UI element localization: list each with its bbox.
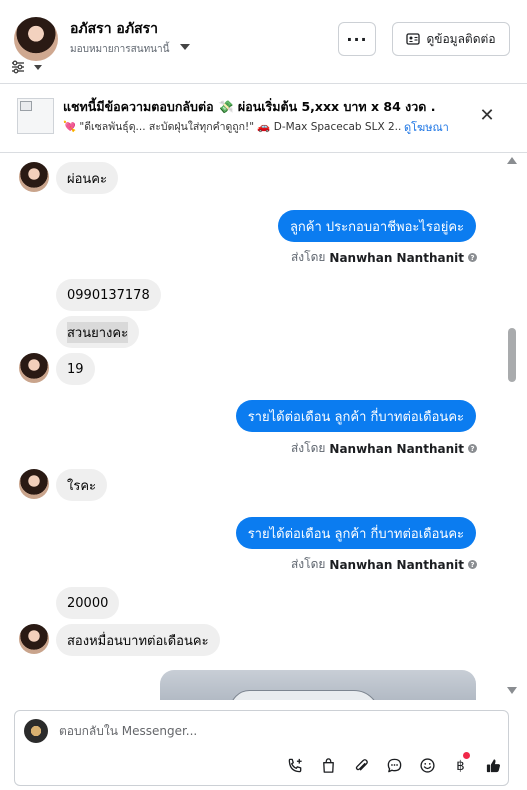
view-contact-label: ดูข้อมูลติดต่อ <box>426 31 496 46</box>
baht-icon: ฿ <box>456 759 464 774</box>
reply-input[interactable] <box>59 721 489 741</box>
shopping-bag-icon <box>322 757 334 773</box>
ad-thumbnail <box>17 98 54 134</box>
contact-card-icon <box>406 33 421 45</box>
thumbs-up-icon <box>486 758 500 772</box>
sent-by-prefix: ส่งโดย <box>290 441 326 455</box>
chat-bubble-icon <box>387 758 401 772</box>
smiley-icon <box>419 757 435 773</box>
paperclip-icon <box>355 758 368 770</box>
sliders-icon[interactable] <box>11 60 25 74</box>
sent-by-label: ส่งโดย Nanwhan Nanthanit ? <box>291 248 477 267</box>
assign-conversation-label[interactable]: มอบหมายการสนทนานี้ <box>70 42 169 57</box>
sent-by-label: ส่งโดย Nanwhan Nanthanit ? <box>291 439 477 458</box>
highlighted-text: สวนยางคะ <box>67 321 129 343</box>
incoming-message: สองหมื่อนบาทต่อเดือนคะ <box>56 624 220 656</box>
call-button[interactable] <box>283 753 307 777</box>
outgoing-message: รายได้ต่อเดือน ลูกค้า กี่บาทต่อเดือนคะ <box>235 517 476 549</box>
car-image <box>230 690 380 700</box>
like-button[interactable] <box>481 753 505 777</box>
outgoing-message: ลูกค้า ประกอบอาชีพอะไรอยู่คะ <box>277 210 476 242</box>
incoming-message: ผ่อนคะ <box>56 162 118 194</box>
attach-button[interactable] <box>349 753 373 777</box>
emoji-button[interactable] <box>415 753 439 777</box>
sent-by-agent: Nanwhan Nanthanit <box>329 441 464 456</box>
saved-replies-button[interactable] <box>382 753 406 777</box>
message-thread[interactable]: ผ่อนคะ ลูกค้า ประกอบอาชีพอะไรอยู่คะ ส่งโ… <box>0 154 527 700</box>
scrollbar-thumb[interactable] <box>508 328 516 382</box>
view-ad-link[interactable]: ดูโฆษณา <box>404 118 449 136</box>
sent-by-label: ส่งโดย Nanwhan Nanthanit ? <box>291 555 477 574</box>
incoming-message: 19 <box>56 353 95 385</box>
scroll-down-arrow-icon[interactable] <box>507 687 517 694</box>
incoming-message: ใรคะ <box>56 469 108 501</box>
info-icon[interactable]: ? <box>468 560 477 569</box>
composer-toolbar: ฿ <box>283 752 505 777</box>
scroll-up-arrow-icon[interactable] <box>507 157 517 164</box>
chevron-down-icon[interactable] <box>180 44 190 50</box>
info-icon[interactable]: ? <box>468 444 477 453</box>
incoming-message: สวนยางคะ <box>56 316 140 348</box>
customer-name[interactable]: อภัสรา อภัสรา <box>70 18 158 40</box>
shop-button[interactable] <box>316 753 340 777</box>
incoming-message: 20000 <box>56 587 120 619</box>
ad-subtitle: 💘 "ดีเซลพันธุ์ดุ... สะบัดฝุ่นใส่ทุกคำดูถ… <box>63 121 401 133</box>
more-dots-icon: ··· <box>346 29 368 49</box>
customer-avatar-small <box>19 162 49 192</box>
sent-by-prefix: ส่งโดย <box>290 250 326 264</box>
image-attachment[interactable] <box>160 670 476 700</box>
outgoing-message: รายได้ต่อเดือน ลูกค้า กี่บาทต่อเดือนคะ <box>235 400 476 432</box>
customer-avatar-small <box>19 469 49 499</box>
view-contact-button[interactable]: ดูข้อมูลติดต่อ <box>392 22 510 56</box>
incoming-message: 0990137178 <box>56 279 161 311</box>
more-options-button[interactable]: ··· <box>338 22 376 56</box>
payment-button[interactable]: ฿ <box>448 752 472 777</box>
ad-banner: แชทนี้มีข้อความตอบกลับต่อ 💸 ผ่อนเริ่มต้น… <box>0 83 527 153</box>
customer-avatar-small <box>19 624 49 654</box>
chevron-down-icon[interactable] <box>34 65 42 70</box>
phone-plus-icon <box>288 758 302 772</box>
close-icon[interactable]: ✕ <box>476 104 498 126</box>
ad-title: แชทนี้มีข้อความตอบกลับต่อ 💸 ผ่อนเริ่มต้น… <box>63 99 436 114</box>
sent-by-agent: Nanwhan Nanthanit <box>329 557 464 572</box>
sent-by-prefix: ส่งโดย <box>290 557 326 571</box>
notification-dot <box>463 752 470 759</box>
customer-avatar[interactable] <box>14 17 58 61</box>
page-avatar <box>24 719 48 743</box>
sent-by-agent: Nanwhan Nanthanit <box>329 250 464 265</box>
conversation-header: อภัสรา อภัสรา มอบหมายการสนทนานี้ ··· ดูข… <box>0 0 527 82</box>
reply-composer: ฿ <box>14 710 509 786</box>
customer-avatar-small <box>19 353 49 383</box>
svg-text:฿: ฿ <box>456 759 464 774</box>
info-icon[interactable]: ? <box>468 253 477 262</box>
